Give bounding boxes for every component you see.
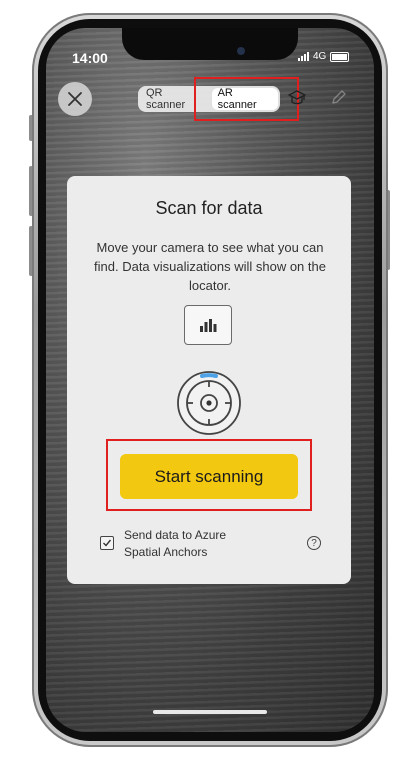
highlight-ar-tab <box>194 77 299 121</box>
close-icon <box>68 92 82 106</box>
front-camera <box>237 47 245 55</box>
home-indicator <box>153 710 267 714</box>
send-data-checkbox[interactable] <box>100 536 114 550</box>
card-description: Move your camera to see what you can fin… <box>94 240 326 293</box>
notch <box>122 28 298 60</box>
network-label: 4G <box>313 51 327 62</box>
graduation-cap-icon[interactable] <box>287 88 307 108</box>
help-icon[interactable]: ? <box>307 536 321 550</box>
status-indicators: 4G <box>298 51 350 62</box>
close-button[interactable] <box>58 82 92 116</box>
locator-icon <box>177 371 241 435</box>
pencil-icon[interactable] <box>330 88 348 106</box>
status-time: 14:00 <box>72 50 108 66</box>
bar-chart-tile <box>184 305 232 345</box>
send-data-label: Send data to Azure Spatial Anchors <box>124 528 227 559</box>
card-title: Scan for data <box>155 198 263 218</box>
checkmark-icon <box>103 539 112 547</box>
signal-icon <box>298 52 309 61</box>
battery-icon <box>330 51 350 62</box>
highlight-start-button <box>106 439 312 511</box>
bar-chart-icon <box>200 319 217 332</box>
